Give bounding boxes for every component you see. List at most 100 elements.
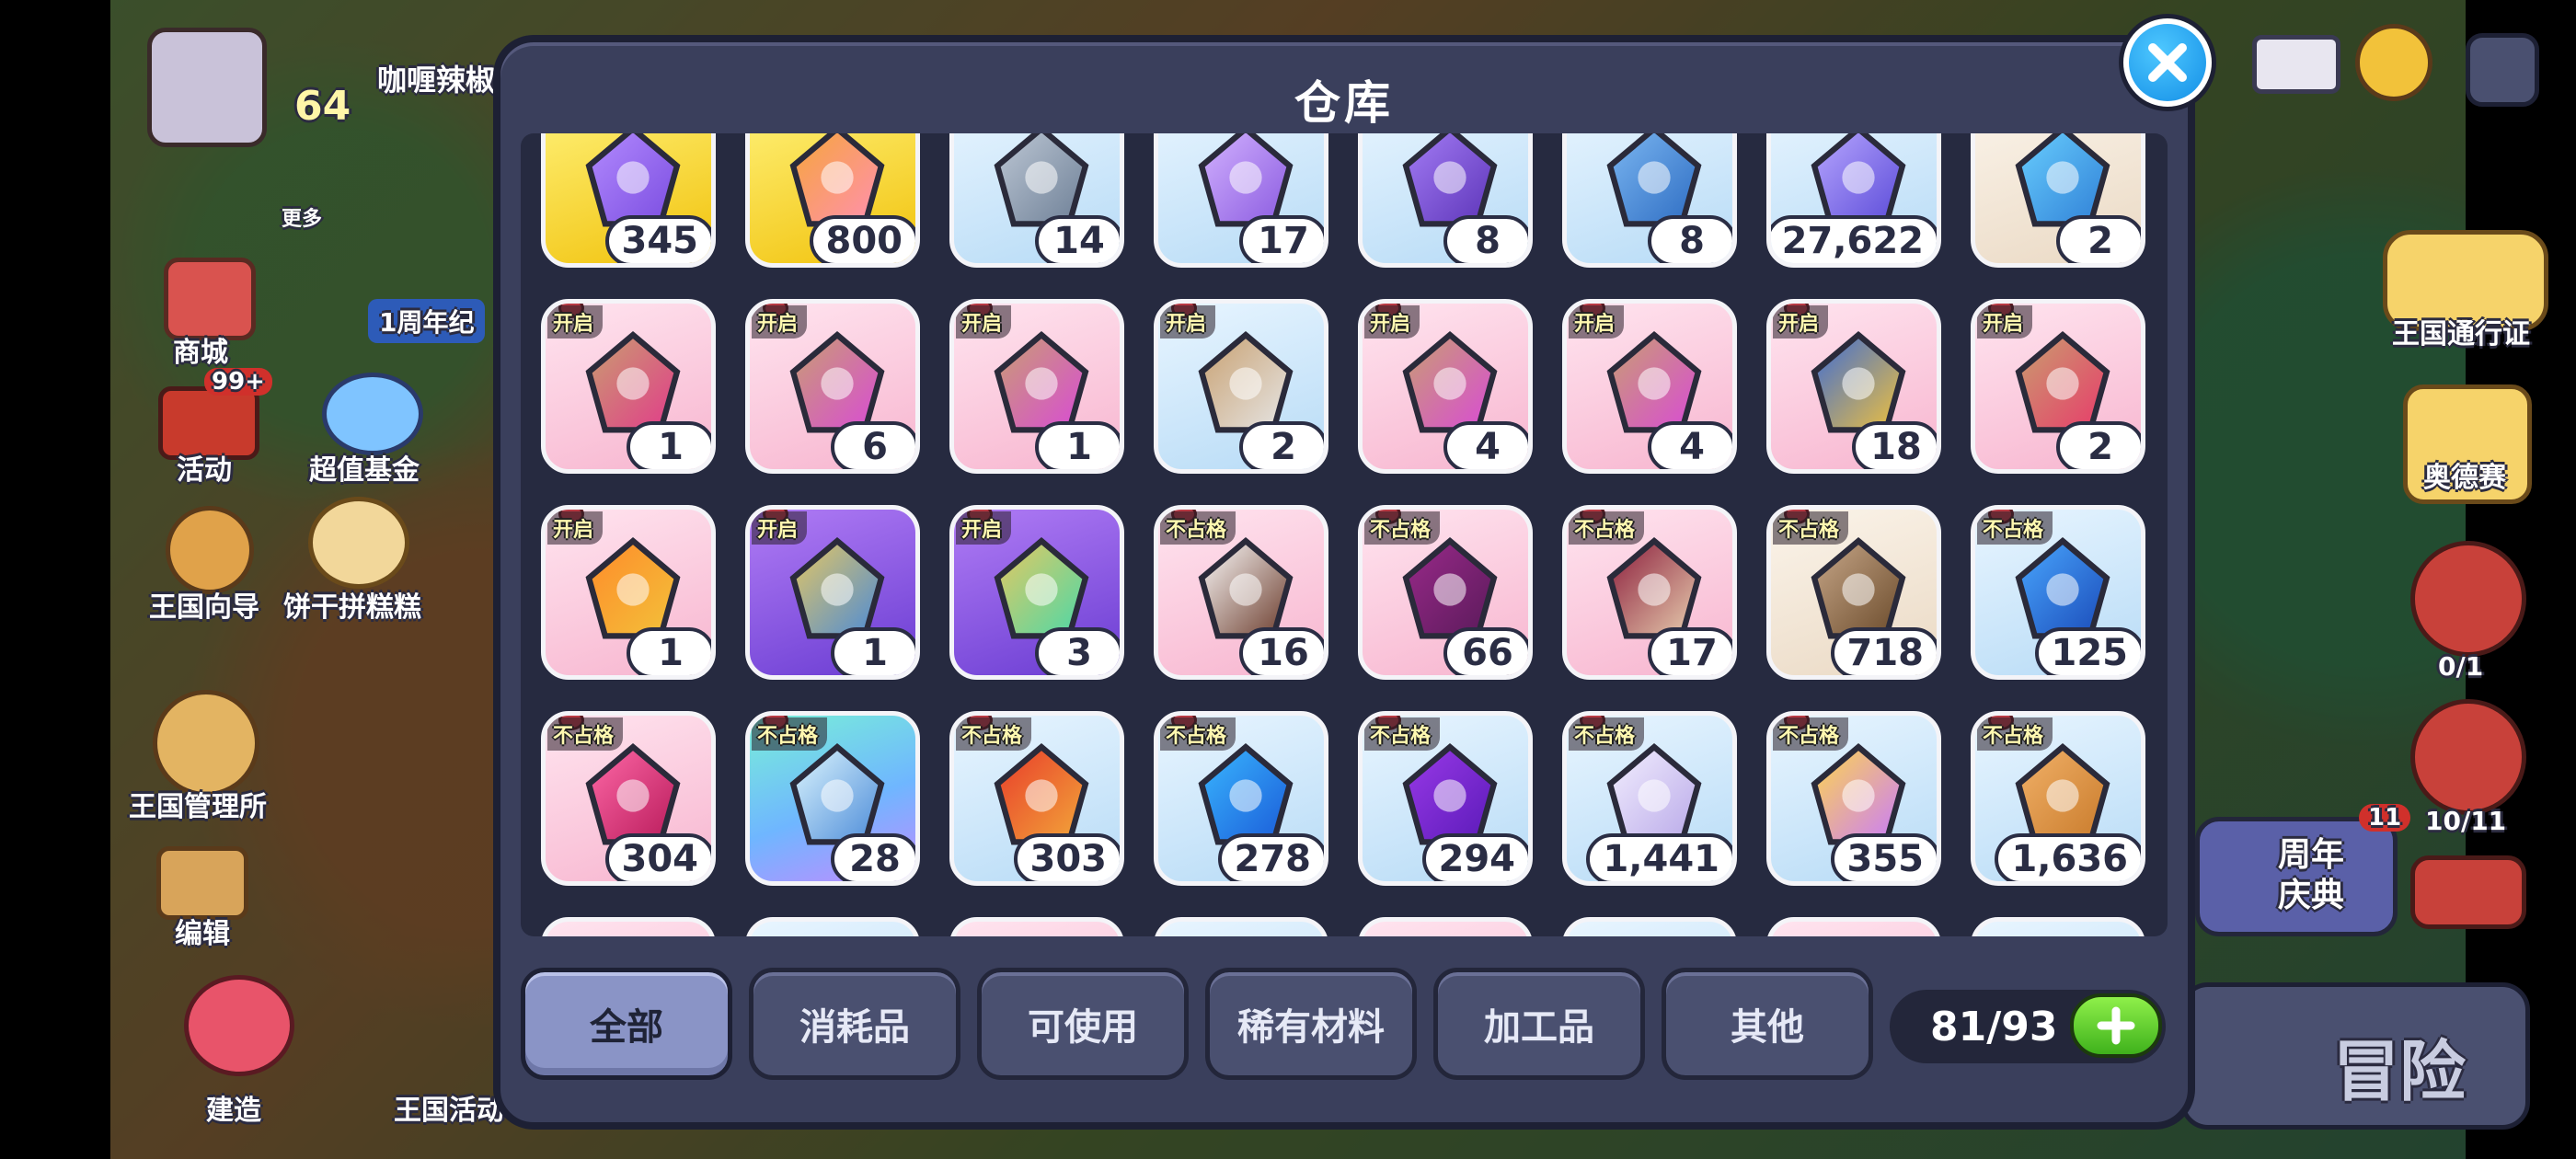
inventory-slot[interactable]: 不占格27,622 <box>1766 133 1941 268</box>
inventory-slot[interactable]: 不占格 278 <box>1154 711 1328 886</box>
inventory-slot[interactable]: 开启2 <box>1154 299 1328 474</box>
mail-icon[interactable] <box>2252 35 2340 94</box>
edit-icon[interactable] <box>156 846 248 920</box>
kingdom-activity-label[interactable]: 王国活动 <box>394 1087 504 1128</box>
slot-tag: 不占格 <box>1977 717 2053 751</box>
inventory-slot[interactable]: 开启 4 <box>1562 299 1737 474</box>
shop-icon[interactable] <box>164 258 256 340</box>
item-count: 2 <box>1239 421 1324 469</box>
celebration-badge: 11 <box>2359 804 2411 832</box>
inventory-slot[interactable]: 开启 1 <box>949 299 1124 474</box>
tab-3[interactable]: 稀有材料 <box>1205 968 1417 1080</box>
inventory-slot[interactable]: 开启2 <box>1971 299 2145 474</box>
inventory-slot[interactable] <box>1358 917 1533 936</box>
item-count: 4 <box>1648 421 1732 469</box>
item-count: 18 <box>1852 421 1937 469</box>
compass-icon[interactable] <box>166 506 254 594</box>
inventory-slot[interactable]: 开启 18 <box>1766 299 1941 474</box>
adventure-label: 冒险 <box>2333 1033 2467 1110</box>
inventory-slot[interactable]: 不占格 304 <box>541 711 716 886</box>
slot-tag: 开启 <box>1773 305 1829 339</box>
player-name: 咖喱辣椒 <box>377 63 496 98</box>
menu-icon[interactable] <box>2466 33 2539 107</box>
inventory-slot[interactable]: 开启 1 <box>541 299 716 474</box>
inventory-slot[interactable]: 开启 3 <box>949 505 1124 680</box>
inventory-slot[interactable]: 开启 6 <box>745 299 920 474</box>
item-count: 6 <box>831 421 915 469</box>
inventory-slot[interactable] <box>541 917 716 936</box>
expand-capacity-button[interactable] <box>2070 993 2162 1058</box>
inventory-slot[interactable]: 不占格 303 <box>949 711 1124 886</box>
slot-tag: 不占格 <box>547 717 624 751</box>
inventory-slot[interactable]: 不占格14 <box>949 133 1124 268</box>
item-grid-panel[interactable]: 不占格345不占格800不占格14不占格17不占格8不占格8不占格27,622开… <box>521 133 2168 936</box>
player-avatar[interactable] <box>147 28 267 147</box>
megaphone-icon[interactable] <box>2355 24 2432 101</box>
item-count: 1 <box>627 627 711 675</box>
slot-tag: 不占格 <box>1160 511 1236 545</box>
inventory-slot[interactable]: 不占格 28 <box>745 711 920 886</box>
slot-tag: 不占格 <box>1364 511 1441 545</box>
inventory-slot[interactable]: 开启 4 <box>1358 299 1533 474</box>
map-icon[interactable] <box>2410 541 2526 657</box>
slot-tag: 开启 <box>956 511 1012 545</box>
inventory-slot[interactable] <box>1154 917 1328 936</box>
inventory-slot[interactable] <box>1562 917 1737 936</box>
more-button[interactable]: 更多 <box>282 202 322 232</box>
item-count: 278 <box>1217 833 1324 881</box>
build-icon[interactable] <box>184 975 294 1076</box>
inventory-slot[interactable]: 不占格800 <box>745 133 920 268</box>
inventory-slot[interactable]: 不占格 125 <box>1971 505 2145 680</box>
item-count: 3 <box>1035 627 1120 675</box>
tab-0[interactable]: 全部 <box>521 968 732 1080</box>
activity-label: 活动 <box>177 454 232 487</box>
fund-icon[interactable] <box>322 373 423 455</box>
inventory-slot[interactable]: 不占格 66 <box>1358 505 1533 680</box>
slot-tag: 开启 <box>752 511 808 545</box>
tab-2[interactable]: 可使用 <box>977 968 1189 1080</box>
tab-1[interactable]: 消耗品 <box>749 968 960 1080</box>
inventory-slot[interactable]: 不占格 355 <box>1766 711 1941 886</box>
inventory-slot[interactable]: 不占格17 <box>1154 133 1328 268</box>
inventory-slot[interactable]: 开启 1 <box>745 505 920 680</box>
tab-4[interactable]: 加工品 <box>1433 968 1645 1080</box>
inventory-slot[interactable]: 不占格 718 <box>1766 505 1941 680</box>
plus-icon <box>2097 1006 2135 1045</box>
slot-tag: 开启 <box>1569 305 1625 339</box>
build-label: 建造 <box>206 1095 261 1127</box>
slot-tag: 不占格 <box>1364 717 1441 751</box>
inventory-slot[interactable]: 不占格 1,636 <box>1971 711 2145 886</box>
inventory-slot[interactable] <box>949 917 1124 936</box>
item-count: 16 <box>1239 627 1324 675</box>
slot-tag: 开启 <box>547 511 604 545</box>
manage-icon[interactable] <box>153 690 259 797</box>
house-icon[interactable] <box>2410 699 2526 815</box>
edit-label: 编辑 <box>175 918 230 950</box>
inventory-slot[interactable]: 不占格8 <box>1358 133 1533 268</box>
inventory-slot[interactable]: 不占格 294 <box>1358 711 1533 886</box>
inventory-slot[interactable]: 开启2 <box>1971 133 2145 268</box>
inventory-slot[interactable]: 不占格8 <box>1562 133 1737 268</box>
inventory-slot[interactable] <box>745 917 920 936</box>
slot-tag: 不占格 <box>1160 717 1236 751</box>
tab-5[interactable]: 其他 <box>1662 968 1873 1080</box>
inventory-slot[interactable]: 不占格 16 <box>1154 505 1328 680</box>
inventory-slot[interactable]: 不占格 1,441 <box>1562 711 1737 886</box>
item-count: 2 <box>2056 215 2141 263</box>
anniversary-banner[interactable]: 1周年纪 <box>368 299 486 343</box>
item-count: 17 <box>1239 215 1324 263</box>
odyssey-label: 奥德赛 <box>2423 462 2506 494</box>
close-button[interactable] <box>2123 18 2212 107</box>
inventory-slot[interactable] <box>1766 917 1941 936</box>
item-count: 1,636 <box>1995 833 2141 881</box>
inventory-slot[interactable] <box>1971 917 2145 936</box>
inventory-slot[interactable]: 不占格17 <box>1562 505 1737 680</box>
map-progress: 0/1 <box>2438 651 2484 682</box>
slot-tag: 不占格 <box>752 717 828 751</box>
dialog-title: 仓库 <box>1294 76 1394 130</box>
inventory-slot[interactable]: 开启 1 <box>541 505 716 680</box>
slot-tag: 不占格 <box>1977 511 2053 545</box>
puzzle-icon[interactable] <box>308 497 409 589</box>
slot-tag: 不占格 <box>1773 511 1849 545</box>
inventory-slot[interactable]: 不占格345 <box>541 133 716 268</box>
